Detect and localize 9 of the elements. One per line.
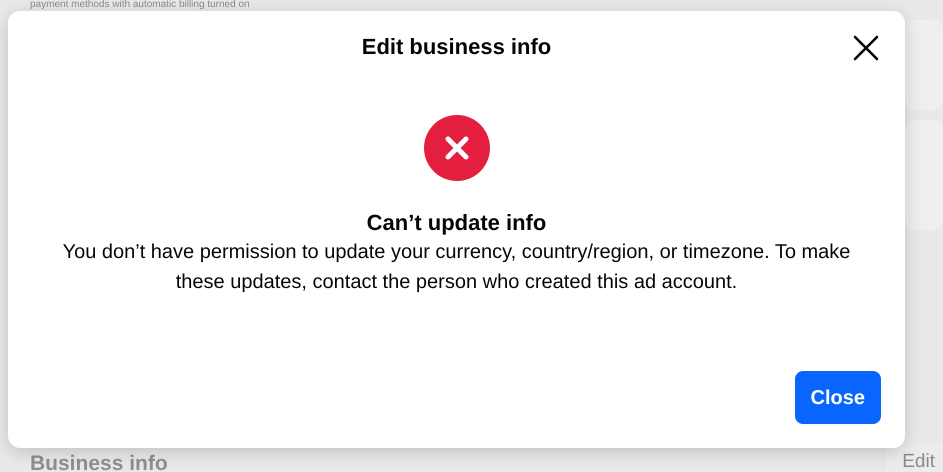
close-icon (853, 35, 879, 61)
close-button[interactable] (851, 33, 881, 63)
section-title: Business info (30, 450, 168, 472)
error-heading: Can’t update info (366, 209, 548, 237)
error-message: You don’t have permission to update your currency, country/region, or timezone. To make these updates, contact the person who created this ad account. (62, 240, 852, 295)
close-button[interactable]: Close (794, 371, 881, 424)
billing-notice: payment methods with automatic billing turned on (30, 0, 251, 10)
error-icon (424, 115, 490, 181)
dialog-title: Edit business info (362, 34, 552, 60)
